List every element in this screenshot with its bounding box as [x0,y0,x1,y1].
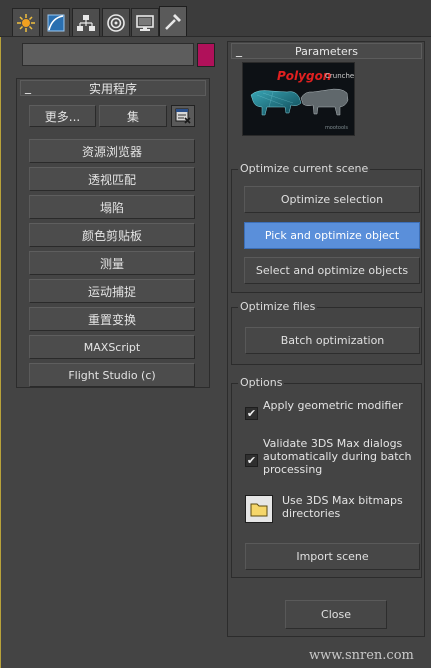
validate-dialogs-checkbox[interactable]: ✔ [245,454,258,467]
motion-icon [107,13,125,32]
configure-sets-icon [175,108,191,124]
optimize-scene-label: Optimize current scene [238,162,371,175]
parameters-rollout-header[interactable]: _ Parameters [231,43,422,59]
configure-button-sets-button[interactable] [171,105,195,127]
utilities-icon [165,13,181,30]
utility-flight-studio-button[interactable]: Flight Studio (c) [29,363,195,387]
apply-modifier-checkbox[interactable]: ✔ [245,407,258,420]
create-icon [17,13,35,32]
modify-icon [47,14,65,31]
display-icon [136,14,154,31]
utility-measure-button[interactable]: 测量 [29,251,195,275]
utility-perspective-match-button[interactable]: 透视匹配 [29,167,195,191]
import-scene-button[interactable]: Import scene [245,543,420,570]
viewport-border [0,37,1,668]
utility-reset-xform-button[interactable]: 重置变换 [29,307,195,331]
batch-optimization-button[interactable]: Batch optimization [245,327,420,354]
utilities-rollout-header[interactable]: _ 实用程序 [20,80,206,96]
optimize-selection-button[interactable]: Optimize selection [244,186,420,213]
command-panel-tabbar [0,0,431,37]
tab-utilities[interactable] [159,6,187,36]
utility-motion-capture-button[interactable]: 运动捕捉 [29,279,195,303]
tab-motion[interactable] [102,8,130,36]
watermark: www.snren.com [309,648,414,663]
tab-modify[interactable] [42,8,70,36]
logo-brand: mootools [324,125,348,131]
utility-maxscript-button[interactable]: MAXScript [29,335,195,359]
pick-and-optimize-button[interactable]: Pick and optimize object [244,222,420,249]
bitmaps-folder-button[interactable] [245,495,273,523]
parameters-title: Parameters [295,44,358,58]
utility-asset-browser-button[interactable]: 资源浏览器 [29,139,195,163]
more-button[interactable]: 更多... [29,105,96,127]
sets-button[interactable]: 集 [99,105,167,127]
options-label: Options [238,376,285,389]
optimize-files-label: Optimize files [238,300,318,313]
tab-hierarchy[interactable] [72,8,100,36]
object-name-field[interactable] [22,43,194,66]
polygon-cruncher-logo: Polygon Cruncher mootools [242,62,355,136]
logo-title: Polygon [277,69,332,83]
hierarchy-icon [77,14,95,31]
utilities-rollout-title: 实用程序 [88,81,137,96]
utility-collapse-button[interactable]: 塌陷 [29,195,195,219]
collapse-icon: _ [25,80,31,94]
logo-subtitle: Cruncher [325,72,355,80]
collapse-icon: _ [236,43,242,57]
apply-modifier-label: Apply geometric modifier [263,399,403,412]
validate-dialogs-label: Validate 3DS Max dialogs automatically d… [263,437,412,476]
close-button[interactable]: Close [285,600,387,629]
use-bitmaps-label[interactable]: Use 3DS Max bitmaps directories [282,494,412,520]
tab-create[interactable] [12,8,40,36]
object-color-swatch[interactable] [197,43,215,67]
select-and-optimize-button[interactable]: Select and optimize objects [244,257,420,284]
utility-color-clipboard-button[interactable]: 颜色剪贴板 [29,223,195,247]
tab-display[interactable] [131,8,159,36]
folder-icon [250,503,268,517]
